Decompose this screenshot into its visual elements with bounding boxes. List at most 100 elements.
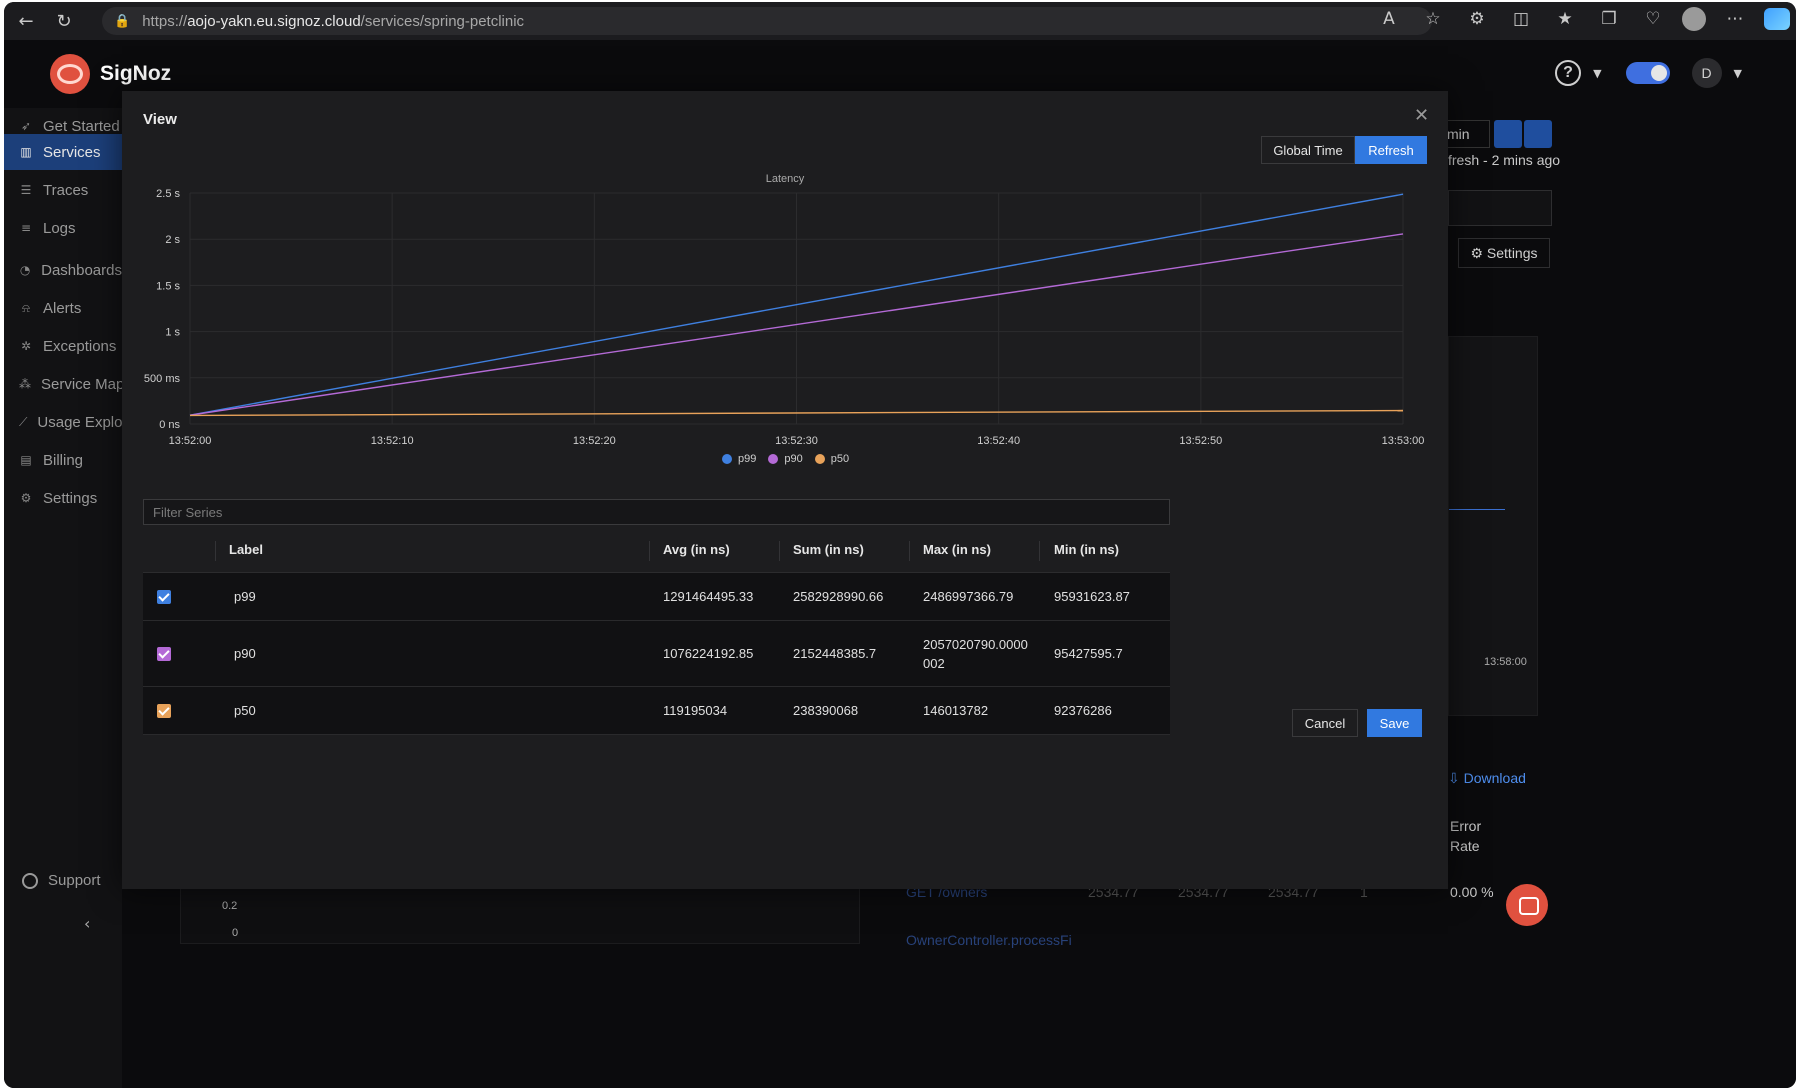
chevron-down-icon[interactable]: ▼ bbox=[1593, 67, 1601, 80]
read-aloud-icon[interactable]: A bbox=[1374, 9, 1404, 29]
url-host: aojo-yakn.eu.signoz.cloud bbox=[187, 12, 361, 30]
error-rate-value: 0.00 % bbox=[1450, 884, 1494, 900]
series-label: p99 bbox=[234, 589, 256, 604]
chart-x-axis: 13:52:00 13:52:10 13:52:20 13:52:30 13:52:40… bbox=[169, 435, 1425, 447]
background-search-input[interactable] bbox=[1448, 190, 1552, 226]
support-link[interactable]: Support bbox=[22, 872, 101, 889]
back-icon[interactable]: ← bbox=[12, 7, 40, 35]
settings-label: Settings bbox=[1486, 245, 1538, 261]
sidebar-item-billing[interactable]: ▤ Billing bbox=[4, 442, 122, 478]
column-header-sum: Sum (in ns) bbox=[793, 542, 864, 557]
sidebar-item-services[interactable]: ▥ Services bbox=[4, 134, 122, 170]
table-row: p90 1076224192.85 2152448385.7 205702079… bbox=[143, 621, 1170, 687]
more-icon[interactable]: ⋯ bbox=[1720, 9, 1750, 29]
checkbox[interactable] bbox=[157, 703, 171, 718]
y-tick-label: 0 ns bbox=[159, 419, 180, 431]
bell-icon: ⍾ bbox=[22, 300, 30, 315]
sidebar-item-label: Alerts bbox=[43, 299, 82, 317]
chevron-left-icon[interactable]: ‹ bbox=[84, 914, 90, 933]
extensions-icon[interactable]: ⚙ bbox=[1462, 9, 1492, 29]
min-value: 95931623.87 bbox=[1054, 589, 1130, 604]
legend-item-p90[interactable]: p90 bbox=[768, 453, 803, 465]
address-bar[interactable]: 🔒 https://aojo-yakn.eu.signoz.cloud/serv… bbox=[102, 7, 1432, 35]
sidebar-item-alerts[interactable]: ⍾ Alerts bbox=[4, 290, 122, 326]
checkbox[interactable] bbox=[157, 589, 171, 604]
y-tick-label: 1.5 s bbox=[156, 280, 180, 292]
copilot-icon[interactable] bbox=[1764, 8, 1790, 30]
y-tick-label: 500 ms bbox=[144, 373, 181, 385]
chevron-down-icon[interactable]: ▼ bbox=[1734, 67, 1742, 80]
global-time-button[interactable]: Global Time bbox=[1261, 136, 1355, 164]
favorites-icon[interactable]: ★ bbox=[1550, 9, 1580, 29]
profile-icon[interactable] bbox=[1682, 7, 1706, 31]
legend-dot bbox=[768, 454, 779, 464]
theme-toggle[interactable] bbox=[1625, 62, 1670, 84]
x-tick-label: 13:53:00 bbox=[1382, 435, 1425, 447]
background-axis-label: 0.2 bbox=[222, 900, 238, 912]
column-header-avg: Avg (in ns) bbox=[663, 542, 730, 557]
series-label: p90 bbox=[234, 646, 256, 661]
file-icon: ▤ bbox=[20, 453, 32, 467]
signoz-logo-icon bbox=[50, 54, 90, 94]
latency-chart: Latency 0 ns 500 ms 1 s 1.5 s 2 s 2.5 s 13:52… bbox=[144, 173, 1425, 447]
sidebar: ➶ Get Started ▥ Services ☰ Traces ≡ Logs ◔ Da… bbox=[4, 108, 122, 1088]
sidebar-item-exceptions[interactable]: ✲ Exceptions bbox=[4, 328, 122, 364]
modal-title: View bbox=[143, 111, 177, 128]
cancel-button[interactable]: Cancel bbox=[1292, 709, 1358, 737]
chart-legend: p99 p90 p50 bbox=[722, 453, 849, 465]
logo[interactable]: SigNoz bbox=[50, 54, 171, 94]
series-checkbox-p90[interactable] bbox=[157, 621, 171, 686]
sidebar-item-logs[interactable]: ≡ Logs bbox=[4, 210, 122, 246]
save-button[interactable]: Save bbox=[1367, 709, 1422, 737]
table-row: p50 119195034 238390068 146013782 923762… bbox=[143, 687, 1170, 735]
max-value: 146013782 bbox=[923, 703, 989, 718]
sidebar-item-dashboards[interactable]: ◔ Dashboards bbox=[4, 252, 122, 288]
refresh-button[interactable]: Refresh bbox=[1355, 136, 1427, 164]
sidebar-item-label: Dashboards bbox=[41, 261, 122, 279]
error-rate-header[interactable]: Error Rate bbox=[1450, 816, 1496, 856]
app-name: SigNoz bbox=[100, 62, 172, 85]
browser-essentials-icon[interactable]: ♡ bbox=[1638, 9, 1668, 29]
download-link[interactable]: ⇩ Download bbox=[1448, 770, 1526, 787]
line-chart-icon: ⟋ bbox=[19, 414, 28, 429]
avatar[interactable]: D bbox=[1691, 58, 1722, 88]
legend-label: p99 bbox=[738, 453, 757, 465]
legend-item-p99[interactable]: p99 bbox=[722, 453, 756, 465]
help-icon[interactable]: ? bbox=[1555, 60, 1582, 86]
legend-label: p90 bbox=[784, 453, 803, 465]
time-range-select[interactable]: min bbox=[1444, 120, 1490, 148]
refresh-icon-button[interactable] bbox=[1494, 120, 1522, 148]
sidebar-item-settings[interactable]: ⚙ Settings bbox=[4, 480, 122, 516]
favorite-star-icon[interactable]: ☆ bbox=[1418, 9, 1448, 29]
gear-icon: ⚙ bbox=[20, 491, 32, 505]
refresh-interval-dropdown[interactable] bbox=[1524, 120, 1552, 148]
legend-dot bbox=[722, 454, 732, 464]
y-tick-label: 2.5 s bbox=[156, 188, 180, 200]
sidebar-item-label: Services bbox=[43, 143, 101, 161]
chart-y-axis: 0 ns 500 ms 1 s 1.5 s 2 s 2.5 s bbox=[144, 188, 181, 431]
url-path: /services/spring-petclinic bbox=[360, 12, 525, 30]
series-table: Label Avg (in ns) Sum (in ns) Max (in ns… bbox=[143, 531, 1170, 735]
split-screen-icon[interactable]: ◫ bbox=[1506, 9, 1536, 29]
filter-series-input[interactable] bbox=[143, 499, 1170, 525]
column-header-min: Min (in ns) bbox=[1054, 542, 1119, 557]
browser-window: ← ↻ 🔒 https://aojo-yakn.eu.signoz.cloud /… bbox=[4, 2, 1796, 1088]
reload-icon[interactable]: ↻ bbox=[50, 7, 78, 35]
checkbox[interactable] bbox=[157, 646, 171, 661]
series-checkbox-p50[interactable] bbox=[157, 687, 171, 734]
sidebar-item-service-map[interactable]: ⁂ Service Map bbox=[4, 366, 122, 402]
background-time-tick: 13:58:00 bbox=[1484, 656, 1527, 668]
bug-icon: ✲ bbox=[20, 339, 32, 353]
collections-icon[interactable]: ❐ bbox=[1594, 9, 1624, 29]
operation-link[interactable]: OwnerController.processFi bbox=[906, 932, 1072, 948]
sidebar-item-usage-explorer[interactable]: ⟋ Usage Explorer bbox=[4, 404, 122, 440]
sidebar-item-traces[interactable]: ☰ Traces bbox=[4, 172, 122, 208]
avg-value: 119195034 bbox=[663, 703, 728, 718]
dashboard-icon: ◔ bbox=[19, 263, 31, 277]
settings-button[interactable]: ⚙ Settings bbox=[1458, 238, 1550, 268]
legend-item-p50[interactable]: p50 bbox=[814, 453, 849, 465]
bar-chart-icon: ▥ bbox=[20, 145, 32, 159]
close-icon[interactable]: ✕ bbox=[1414, 105, 1429, 126]
series-checkbox-p99[interactable] bbox=[157, 573, 171, 620]
chat-icon[interactable] bbox=[1506, 884, 1548, 926]
